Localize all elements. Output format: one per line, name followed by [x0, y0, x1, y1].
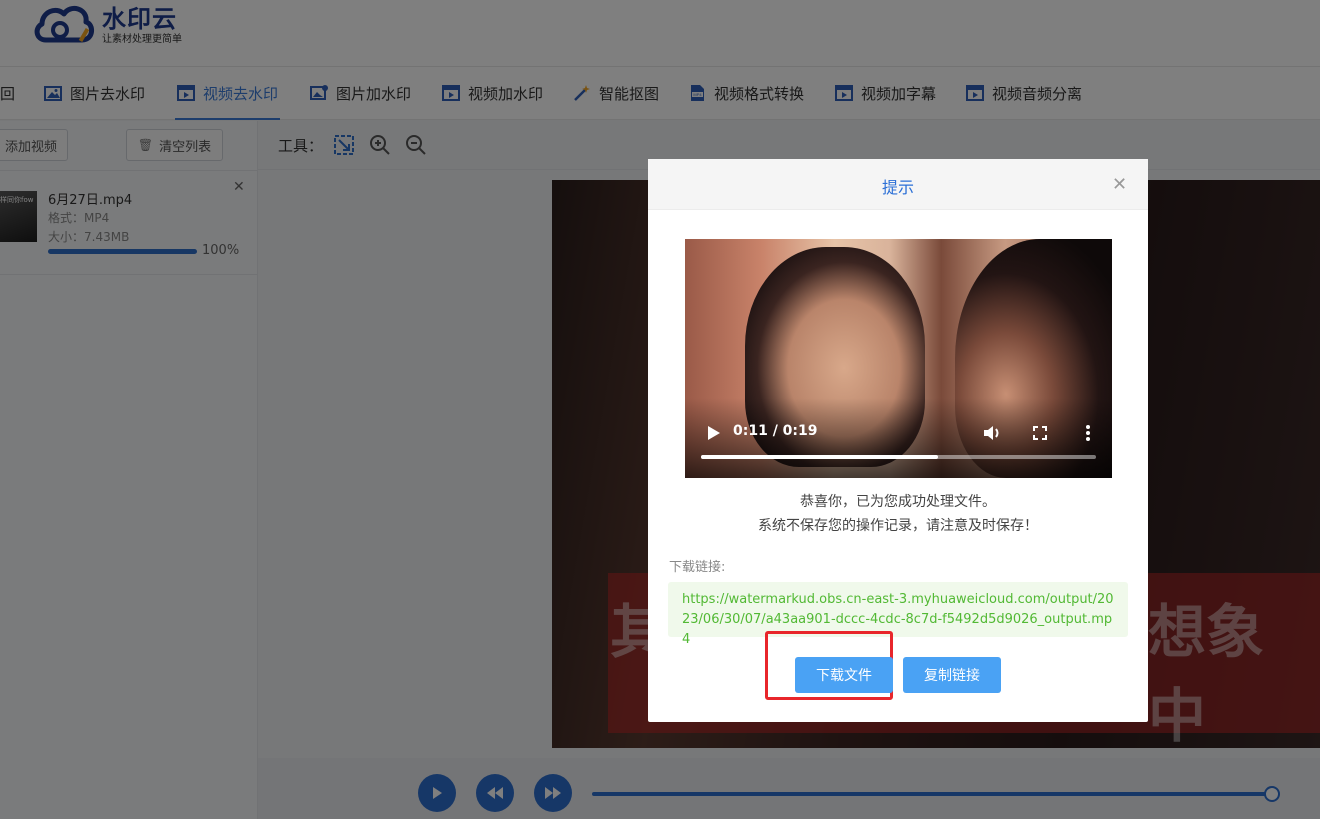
- result-video-player[interactable]: 0:11 / 0:19: [685, 239, 1112, 478]
- video-progress-fill: [701, 455, 938, 459]
- fullscreen-icon[interactable]: [1027, 420, 1053, 446]
- download-file-label: 下载文件: [816, 668, 872, 684]
- copy-link-button[interactable]: 复制链接: [903, 657, 1001, 693]
- download-file-button[interactable]: 下载文件: [795, 657, 893, 693]
- video-progress-track[interactable]: [701, 455, 1096, 459]
- download-link-label: 下载链接:: [669, 560, 726, 575]
- dialog-title: 提示: [881, 178, 914, 197]
- video-play-icon[interactable]: [699, 419, 727, 447]
- more-options-icon[interactable]: [1075, 420, 1101, 446]
- copy-link-label: 复制链接: [924, 668, 980, 684]
- download-link-text[interactable]: https://watermarkud.obs.cn-east-3.myhuaw…: [668, 582, 1128, 647]
- result-dialog: 提示 ✕ 0:11 / 0:19 恭喜你，已为您成功处理文件。 系统不保存您的操…: [648, 159, 1148, 722]
- volume-icon[interactable]: [979, 420, 1005, 446]
- close-icon[interactable]: ✕: [1112, 174, 1127, 195]
- save-reminder-message: 系统不保存您的操作记录，请注意及时保存！: [758, 518, 1038, 534]
- dialog-header: 提示 ✕: [648, 159, 1148, 210]
- success-message: 恭喜你，已为您成功处理文件。: [800, 494, 996, 510]
- video-time: 0:11 / 0:19: [733, 423, 818, 439]
